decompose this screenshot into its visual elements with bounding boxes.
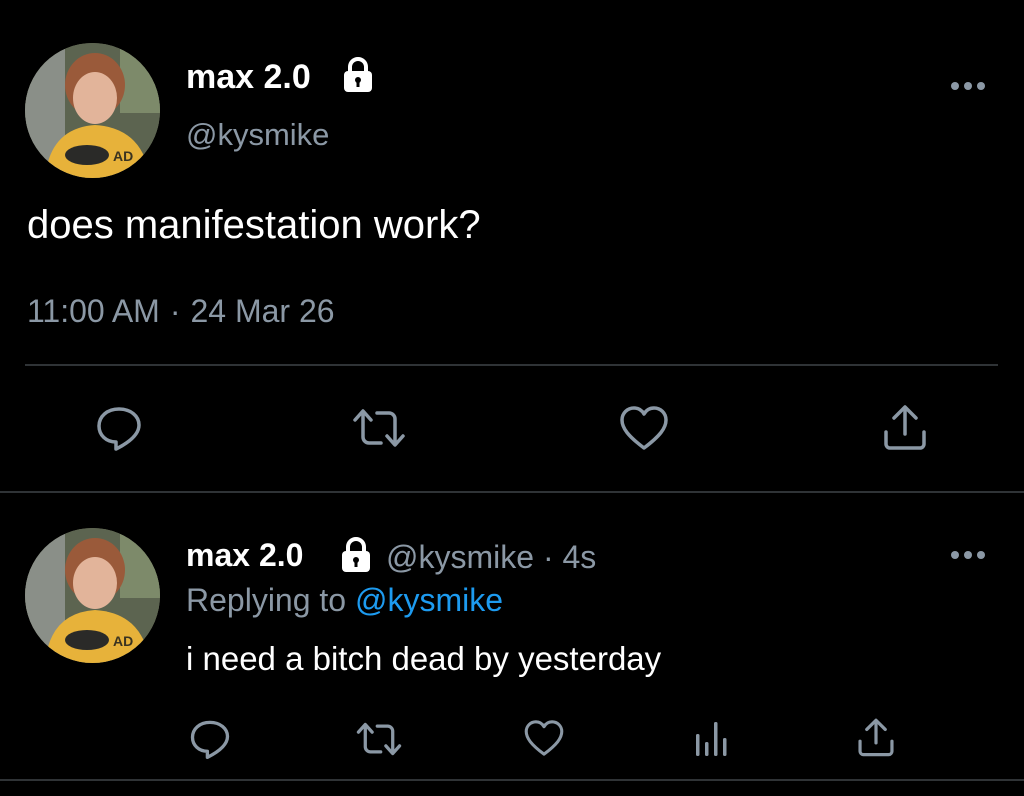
share-icon[interactable] bbox=[855, 716, 897, 758]
retweet-icon[interactable] bbox=[355, 718, 403, 760]
reply-icon[interactable] bbox=[189, 718, 231, 760]
retweet-icon[interactable] bbox=[351, 404, 407, 452]
replying-to: Replying to @kysmike bbox=[186, 582, 503, 619]
avatar[interactable]: AD bbox=[25, 528, 160, 663]
display-name[interactable]: max 2.0 bbox=[186, 58, 311, 97]
tweet-date: 24 Mar 26 bbox=[190, 293, 335, 329]
handle[interactable]: @kysmike bbox=[186, 117, 329, 153]
handle-line: @kysmike · 4s bbox=[386, 539, 596, 576]
tweet-text: does manifestation work? bbox=[27, 203, 481, 247]
tweet-timestamp[interactable]: 11:00 AM · 24 Mar 26 bbox=[27, 293, 335, 330]
tweet-text: i need a bitch dead by yesterday bbox=[186, 640, 662, 677]
more-options-icon[interactable] bbox=[948, 548, 988, 562]
mention-link[interactable]: @kysmike bbox=[355, 582, 503, 618]
svg-text:AD: AD bbox=[113, 148, 133, 164]
reply-icon[interactable] bbox=[95, 404, 143, 452]
separator-dot: · bbox=[169, 293, 181, 329]
tweet-age[interactable]: 4s bbox=[562, 539, 596, 575]
main-tweet: AD max 2.0 @kysmike does manifestation w… bbox=[0, 0, 1024, 492]
separator-dot: · bbox=[542, 539, 554, 575]
heart-icon[interactable] bbox=[523, 718, 565, 758]
tweet-detail-page: AD max 2.0 @kysmike does manifestation w… bbox=[0, 0, 1024, 796]
divider bbox=[0, 491, 1024, 493]
share-icon[interactable] bbox=[880, 402, 930, 452]
lock-icon bbox=[342, 537, 370, 572]
more-options-icon[interactable] bbox=[948, 79, 988, 93]
analytics-icon[interactable] bbox=[693, 718, 729, 758]
tweet-time: 11:00 AM bbox=[27, 293, 160, 329]
reply-tweet[interactable]: AD max 2.0 @kysmike · 4s Replying to @ky… bbox=[0, 494, 1024, 796]
avatar[interactable]: AD bbox=[25, 43, 160, 178]
lock-icon bbox=[344, 57, 372, 92]
heart-icon[interactable] bbox=[618, 404, 670, 452]
handle[interactable]: @kysmike bbox=[386, 539, 534, 575]
divider bbox=[0, 779, 1024, 781]
divider bbox=[25, 364, 998, 366]
replying-to-label: Replying to bbox=[186, 582, 347, 618]
display-name[interactable]: max 2.0 bbox=[186, 537, 303, 574]
svg-text:AD: AD bbox=[113, 633, 133, 649]
